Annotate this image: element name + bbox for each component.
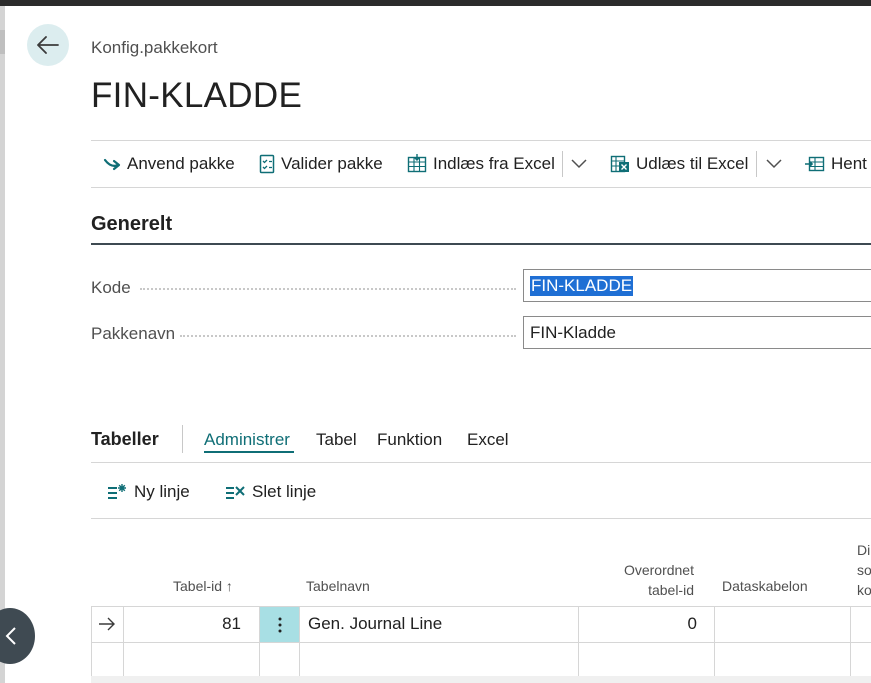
delete-line-button[interactable]: Slet linje — [224, 480, 316, 504]
chevron-down-icon — [571, 159, 587, 169]
import-from-excel-label: Indlæs fra Excel — [433, 154, 555, 173]
fetch-label: Hent — [831, 154, 867, 173]
more-vertical-icon — [278, 617, 281, 632]
tab-administrer[interactable]: Administrer — [204, 430, 290, 450]
code-leader-dots — [140, 288, 516, 290]
tables-part-title: Tabeller — [91, 429, 159, 449]
general-section-title[interactable]: Generelt — [91, 213, 172, 236]
top-bar — [0, 0, 871, 6]
tab-excel[interactable]: Excel — [467, 430, 509, 450]
page-title: FIN-KLADDE — [91, 76, 303, 115]
import-from-excel-button[interactable]: Indlæs fra Excel — [407, 141, 555, 187]
delete-line-label: Slet linje — [252, 482, 317, 501]
chevron-left-icon — [5, 627, 16, 645]
row-actions-button[interactable] — [260, 607, 299, 642]
export-to-excel-label: Udlæs til Excel — [636, 154, 749, 173]
fetch-table-icon — [805, 156, 825, 172]
delete-line-icon — [226, 486, 245, 499]
column-header-table-id[interactable]: Tabel-id ↑ — [173, 576, 233, 596]
active-tab-indicator — [204, 451, 294, 453]
grid-line — [91, 606, 92, 676]
cell-data-template[interactable] — [715, 606, 849, 642]
apply-arrow-icon — [103, 158, 121, 171]
column-header-truncated[interactable]: Di so ko — [857, 540, 871, 600]
tab-tabel[interactable]: Tabel — [316, 430, 357, 450]
tabs-divider — [91, 462, 871, 463]
tab-funktion[interactable]: Funktion — [377, 430, 442, 450]
back-button[interactable] — [27, 24, 69, 66]
code-value: FIN-KLADDE — [530, 275, 634, 296]
validate-package-button[interactable]: Valider pakke — [259, 141, 383, 187]
code-field[interactable]: FIN-KLADDE — [523, 269, 871, 302]
breadcrumb: Konfig.pakkekort — [91, 38, 218, 57]
cell-parent-table-id[interactable]: 0 — [579, 606, 697, 642]
arrow-left-icon — [37, 36, 59, 54]
column-header-table-name[interactable]: Tabelnavn — [306, 576, 370, 596]
package-name-label: Pakkenavn — [91, 324, 176, 343]
action-separator — [756, 151, 757, 177]
chevron-down-icon — [766, 159, 782, 169]
fetch-button[interactable]: Hent — [805, 141, 867, 187]
apply-package-button[interactable]: Anvend pakke — [103, 141, 235, 187]
new-line-label: Ny linje — [134, 482, 190, 501]
code-label: Kode — [91, 278, 131, 297]
left-edge-marker — [0, 30, 5, 54]
collapse-panel-button[interactable] — [0, 608, 35, 664]
grid-row-border — [91, 642, 871, 643]
new-line-icon — [108, 484, 126, 499]
tabs-separator — [182, 425, 183, 453]
cell-table-id[interactable]: 81 — [124, 606, 241, 642]
row-indicator[interactable] — [98, 606, 116, 642]
checklist-icon — [259, 154, 275, 174]
excel-export-icon — [610, 155, 629, 173]
import-more-button[interactable] — [571, 141, 587, 187]
excel-import-icon — [407, 154, 427, 173]
validate-package-label: Valider pakke — [281, 154, 383, 173]
package-name-leader-dots — [180, 335, 516, 337]
grid-line — [299, 606, 300, 676]
action-bar: Anvend pakke Valider pakke Indlæs fra Ex… — [91, 140, 871, 188]
left-edge — [0, 6, 5, 683]
cell-table-name[interactable]: Gen. Journal Line — [308, 606, 442, 642]
package-name-value: FIN-Kladde — [530, 322, 616, 342]
export-more-button[interactable] — [766, 141, 782, 187]
sort-ascending-icon: ↑ — [225, 578, 233, 594]
export-to-excel-button[interactable]: Udlæs til Excel — [610, 141, 748, 187]
action-separator — [562, 151, 563, 177]
lines-divider — [91, 518, 871, 519]
apply-package-label: Anvend pakke — [127, 154, 235, 173]
package-name-field[interactable]: FIN-Kladde — [523, 316, 871, 349]
new-line-button[interactable]: Ny linje — [106, 480, 190, 504]
section-divider — [91, 243, 871, 245]
grid-footer — [91, 676, 871, 683]
column-header-parent-table-id[interactable]: Overordnet tabel-id — [578, 560, 694, 600]
column-header-data-template[interactable]: Dataskabelon — [722, 576, 808, 596]
arrow-right-icon — [99, 617, 115, 631]
grid-line — [850, 606, 851, 676]
